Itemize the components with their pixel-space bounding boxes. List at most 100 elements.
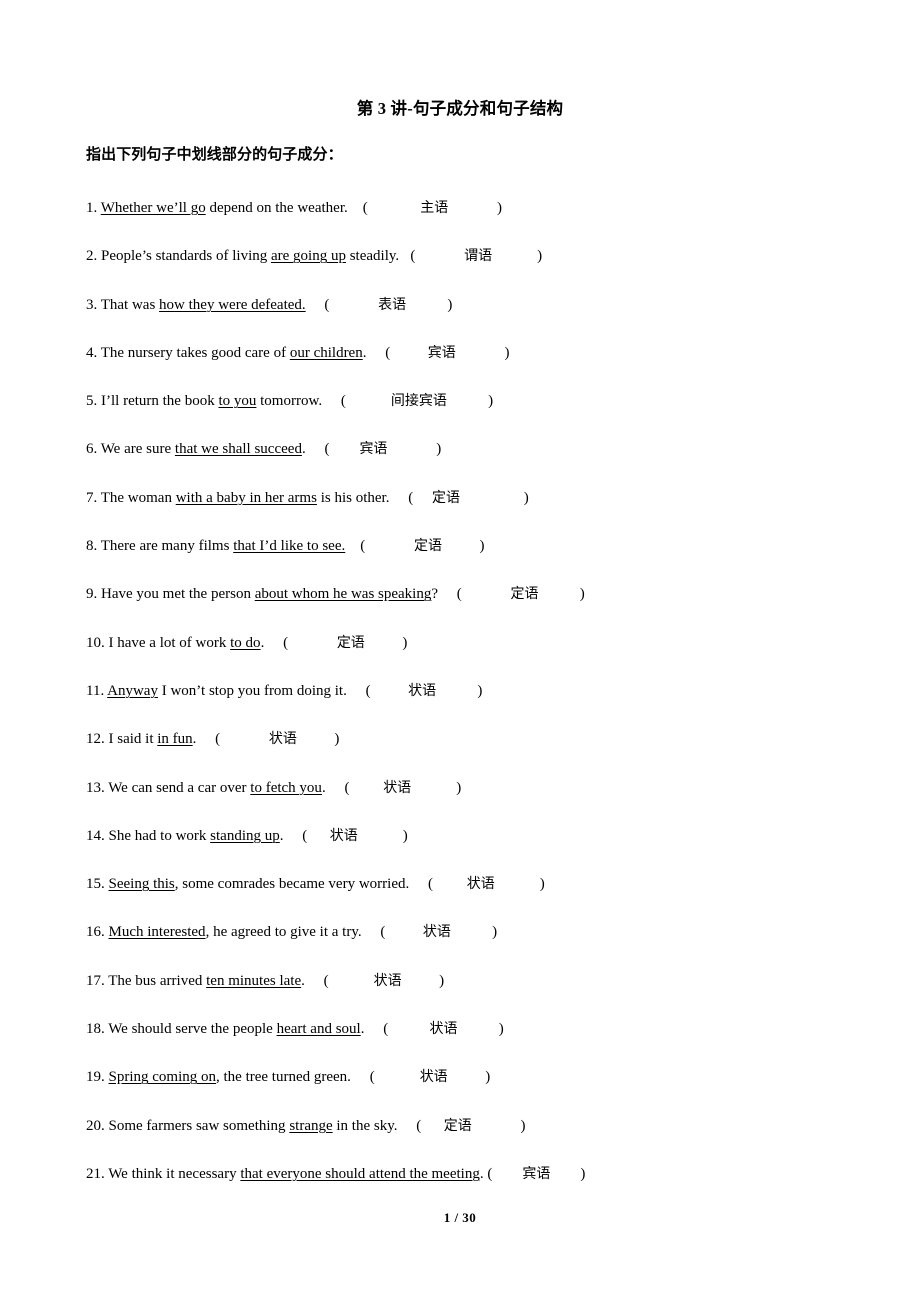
- answer-label: 状语: [408, 682, 437, 699]
- answer-label: 定语: [443, 1117, 472, 1134]
- answer-gap-spacer: [196, 731, 215, 747]
- answer-pad-left: [388, 1021, 429, 1037]
- answer-pad-right: [457, 1021, 498, 1037]
- answer-gap-spacer: [398, 1118, 417, 1134]
- answer-label: 定语: [431, 489, 460, 506]
- answer-close-paren: ): [523, 489, 529, 506]
- answer-pad-right: [402, 973, 440, 989]
- question-number: 18.: [86, 1021, 105, 1038]
- question-number: 1.: [86, 200, 98, 216]
- underlined-phrase: ten minutes late: [206, 972, 302, 989]
- answer-close-paren: ): [496, 200, 502, 216]
- answer-close-paren: ): [439, 972, 445, 989]
- answer-pad-left: [365, 538, 414, 554]
- answer-pad-right: [358, 828, 403, 844]
- answer-pad-left: [433, 876, 467, 892]
- question-text-after: , some comrades became very worried.: [174, 876, 410, 893]
- question-text-before: She had to work: [104, 827, 211, 844]
- question-row: 21. We think it necessary that everyone …: [86, 1164, 906, 1212]
- question-row: 5. I’ll return the book to you tomorrow.…: [86, 391, 906, 439]
- answer-close-paren: ): [498, 1021, 504, 1038]
- answer-pad-right: [539, 586, 580, 602]
- question-text-after: in the sky.: [332, 1117, 398, 1134]
- question-number: 7.: [86, 489, 98, 506]
- question-row: 19. Spring coming on, the tree turned gr…: [86, 1067, 906, 1115]
- question-number: 6.: [86, 441, 98, 458]
- answer-pad-left: [462, 586, 511, 602]
- answer-label: 定语: [510, 586, 539, 603]
- answer-close-paren: ): [580, 1165, 586, 1182]
- question-text-after: I won’t stop you from doing it.: [157, 682, 347, 699]
- underlined-phrase: that I’d like to see.: [233, 538, 346, 555]
- answer-gap-spacer: [284, 828, 303, 844]
- question-row: 11. Anyway I won’t stop you from doing i…: [86, 681, 906, 729]
- document-page: 第 3 讲-句子成分和句子结构 指出下列句子中划线部分的句子成分： 1. Whe…: [0, 0, 920, 1302]
- answer-pad-right: [451, 924, 492, 940]
- answer-pad-right: [456, 345, 505, 361]
- answer-pad-left: [413, 490, 432, 506]
- answer-close-paren: ): [539, 876, 545, 893]
- answer-label: 状语: [419, 1069, 448, 1086]
- answer-close-paren: ): [488, 393, 494, 410]
- question-row: 18. We should serve the people heart and…: [86, 1019, 906, 1067]
- question-row: 6. We are sure that we shall succeed. ( …: [86, 439, 906, 487]
- question-row: 14. She had to work standing up. ( 状语 ): [86, 826, 906, 874]
- answer-pad-left: [349, 780, 383, 796]
- answer-label: 状语: [429, 1021, 458, 1038]
- instruction-text: 指出下列句子中划线部分的句子成分：: [86, 147, 343, 163]
- answer-pad-right: [492, 248, 537, 264]
- answer-pad-left: [375, 1069, 420, 1085]
- underlined-phrase: Much interested: [108, 924, 206, 941]
- question-text-before: There are many films: [97, 538, 234, 555]
- underlined-phrase: that everyone should attend the meeting: [240, 1165, 480, 1182]
- underlined-phrase: that we shall succeed: [174, 441, 302, 458]
- question-text-before: We are sure: [97, 441, 175, 458]
- answer-pad-left: [385, 924, 423, 940]
- question-row: 7. The woman with a baby in her arms is …: [86, 488, 906, 536]
- underlined-phrase: Seeing this: [108, 876, 175, 893]
- question-row: 13. We can send a car over to fetch you.…: [86, 778, 906, 826]
- answer-pad-right: [472, 1118, 521, 1134]
- question-number: 16.: [86, 924, 105, 941]
- question-number: 17.: [86, 972, 105, 989]
- underlined-phrase: in fun: [157, 731, 193, 748]
- answer-label: 宾语: [427, 344, 456, 361]
- question-text-before: We think it necessary: [104, 1165, 241, 1182]
- answer-label: 状语: [329, 827, 358, 844]
- question-row: 8. There are many films that I’d like to…: [86, 536, 906, 584]
- question-row: 1. Whether we’ll go depend on the weathe…: [86, 198, 906, 246]
- answer-label: 状语: [466, 876, 495, 893]
- underlined-phrase: how they were defeated.: [159, 296, 306, 313]
- answer-pad-right: [411, 780, 456, 796]
- answer-close-paren: ): [334, 731, 340, 748]
- page-number-footer: 1 / 30: [443, 1210, 477, 1225]
- question-number: 15.: [86, 876, 105, 893]
- question-text-before: We should serve the people: [104, 1021, 277, 1038]
- question-text-before: That was: [97, 296, 160, 313]
- answer-gap-spacer: [366, 345, 385, 361]
- question-text-before: The nursery takes good care of: [97, 344, 290, 361]
- answer-close-paren: ): [579, 586, 585, 603]
- answer-gap-spacer: [409, 876, 428, 892]
- question-row: 15. Seeing this, some comrades became ve…: [86, 874, 906, 922]
- question-row: 2. People’s standards of living are goin…: [86, 246, 906, 294]
- question-text-after: , the tree turned green.: [216, 1069, 351, 1086]
- underlined-phrase: heart and soul: [276, 1021, 361, 1038]
- answer-label: 主语: [420, 200, 449, 216]
- question-number: 20.: [86, 1117, 105, 1134]
- question-number: 14.: [86, 827, 105, 844]
- question-number: 4.: [86, 344, 98, 361]
- answer-pad-left: [307, 828, 330, 844]
- answer-close-paren: ): [485, 1069, 491, 1086]
- question-row: 9. Have you met the person about whom he…: [86, 584, 906, 632]
- question-text-after: depend on the weather.: [205, 200, 348, 216]
- question-row: 20. Some farmers saw something strange i…: [86, 1116, 906, 1164]
- answer-label: 宾语: [522, 1165, 551, 1182]
- answer-pad-right: [406, 297, 447, 313]
- question-number: 21.: [86, 1165, 105, 1182]
- answer-label: 状语: [422, 924, 451, 941]
- answer-pad-left: [492, 1166, 522, 1182]
- question-text-after: is his other.: [316, 489, 390, 506]
- page-title: 第 3 讲-句子成分和句子结构: [356, 99, 564, 118]
- answer-close-paren: ): [447, 296, 453, 313]
